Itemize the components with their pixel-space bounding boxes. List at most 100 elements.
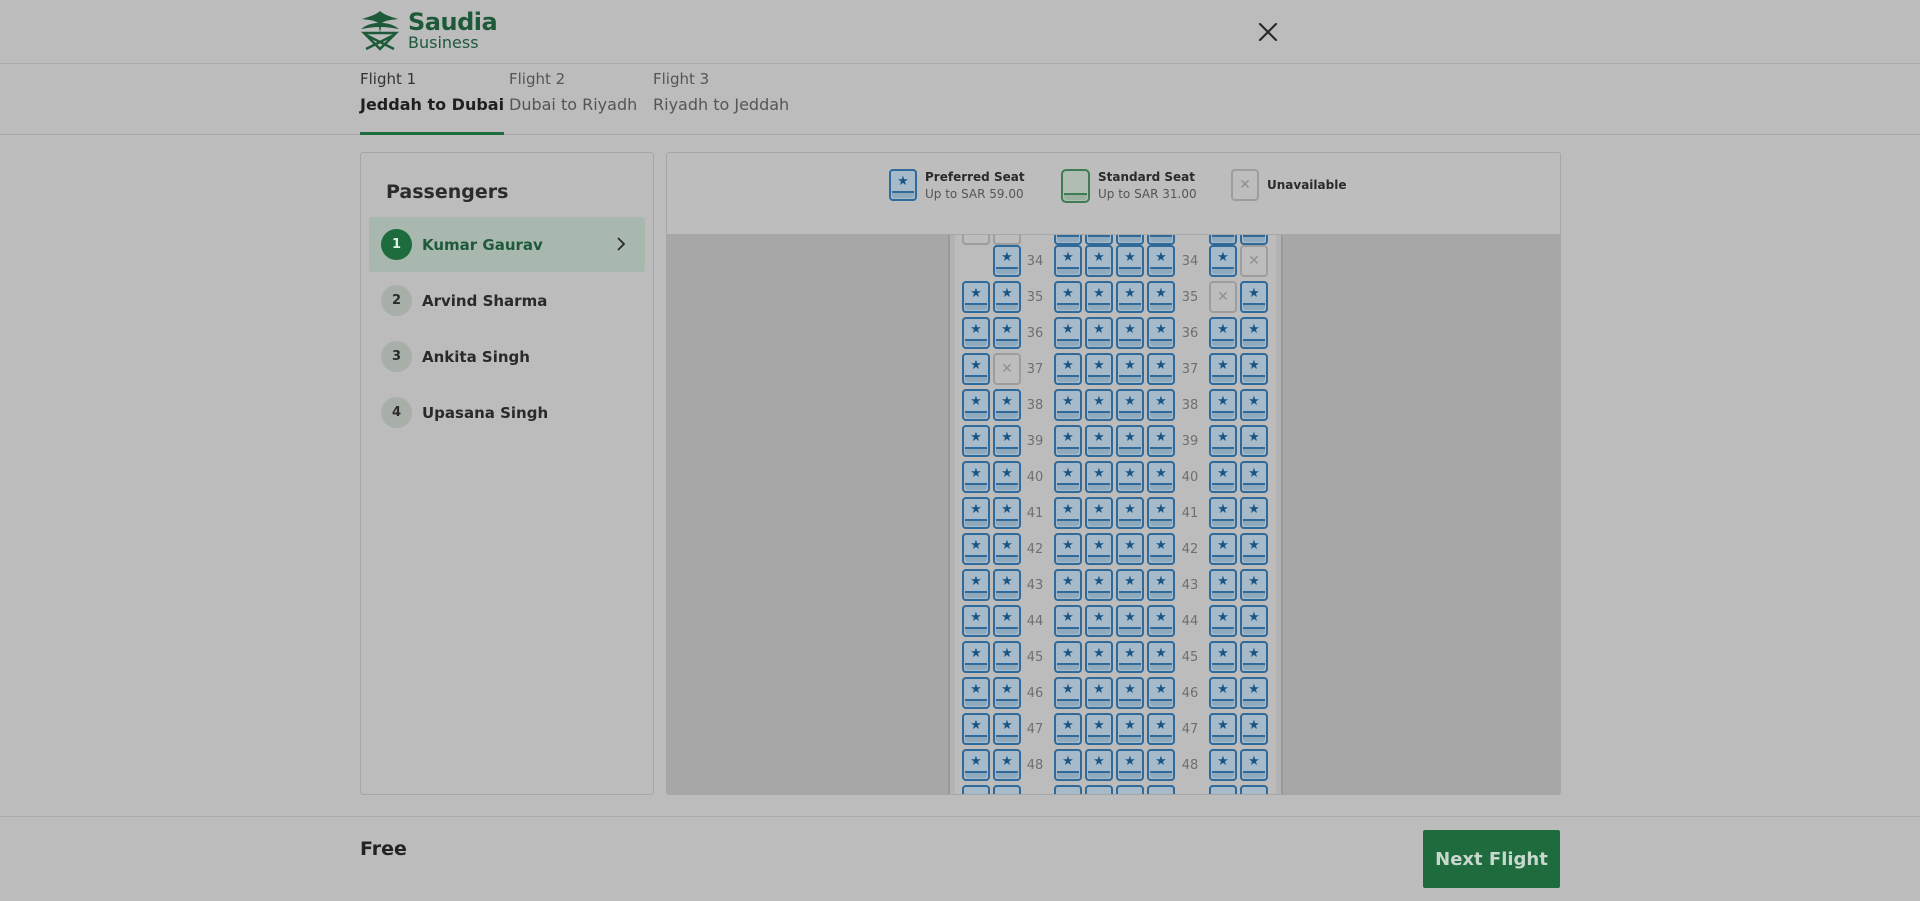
seat-37A[interactable]: ★: [962, 353, 990, 385]
seat-44D[interactable]: ★: [1085, 605, 1113, 637]
seat-42H[interactable]: ★: [1240, 533, 1268, 565]
passenger-item-2[interactable]: 2 Arvind Sharma: [369, 273, 645, 328]
seat-46H[interactable]: ★: [1240, 677, 1268, 709]
seat-41D[interactable]: ★: [1085, 497, 1113, 529]
tab-flight-1[interactable]: Flight 1 Jeddah to Dubai: [360, 70, 505, 135]
seat-40D[interactable]: ★: [1085, 461, 1113, 493]
seat-46G[interactable]: ★: [1209, 677, 1237, 709]
seat-37H[interactable]: ★: [1240, 353, 1268, 385]
seat-36G[interactable]: ★: [1209, 317, 1237, 349]
seat-42D[interactable]: ★: [1085, 533, 1113, 565]
seat-38A[interactable]: ★: [962, 389, 990, 421]
seat-47C[interactable]: ★: [1054, 713, 1082, 745]
seat-36F[interactable]: ★: [1147, 317, 1175, 349]
seat-42B[interactable]: ★: [993, 533, 1021, 565]
seat-46E[interactable]: ★: [1116, 677, 1144, 709]
seat-39E[interactable]: ★: [1116, 425, 1144, 457]
seat-38H[interactable]: ★: [1240, 389, 1268, 421]
seat-46A[interactable]: ★: [962, 677, 990, 709]
next-flight-button[interactable]: Next Flight: [1423, 830, 1560, 888]
seat-42F[interactable]: ★: [1147, 533, 1175, 565]
seat-48C[interactable]: ★: [1054, 749, 1082, 781]
seat-40G[interactable]: ★: [1209, 461, 1237, 493]
seat-38D[interactable]: ★: [1085, 389, 1113, 421]
passenger-item-3[interactable]: 3 Ankita Singh: [369, 329, 645, 384]
seat-41F[interactable]: ★: [1147, 497, 1175, 529]
seat-38F[interactable]: ★: [1147, 389, 1175, 421]
seat-38G[interactable]: ★: [1209, 389, 1237, 421]
seat-43B[interactable]: ★: [993, 569, 1021, 601]
seat-40E[interactable]: ★: [1116, 461, 1144, 493]
seat-40B[interactable]: ★: [993, 461, 1021, 493]
seat-47E[interactable]: ★: [1116, 713, 1144, 745]
seat-48D[interactable]: ★: [1085, 749, 1113, 781]
seat-43A[interactable]: ★: [962, 569, 990, 601]
seat-35H[interactable]: ★: [1240, 281, 1268, 313]
seat-37C[interactable]: ★: [1054, 353, 1082, 385]
seat-38C[interactable]: ★: [1054, 389, 1082, 421]
seat-48G[interactable]: ★: [1209, 749, 1237, 781]
seat-39G[interactable]: ★: [1209, 425, 1237, 457]
seat-42C[interactable]: ★: [1054, 533, 1082, 565]
seat-46B[interactable]: ★: [993, 677, 1021, 709]
seat-41G[interactable]: ★: [1209, 497, 1237, 529]
seat-40F[interactable]: ★: [1147, 461, 1175, 493]
seat-45A[interactable]: ★: [962, 641, 990, 673]
seat-34D[interactable]: ★: [1085, 245, 1113, 277]
seat-47G[interactable]: ★: [1209, 713, 1237, 745]
seat-45E[interactable]: ★: [1116, 641, 1144, 673]
seat-34C[interactable]: ★: [1054, 245, 1082, 277]
seat-44F[interactable]: ★: [1147, 605, 1175, 637]
seat-34B[interactable]: ★: [993, 245, 1021, 277]
seat-35E[interactable]: ★: [1116, 281, 1144, 313]
seat-35A[interactable]: ★: [962, 281, 990, 313]
seat-35F[interactable]: ★: [1147, 281, 1175, 313]
seat-41E[interactable]: ★: [1116, 497, 1144, 529]
seat-36C[interactable]: ★: [1054, 317, 1082, 349]
seat-48B[interactable]: ★: [993, 749, 1021, 781]
seat-39F[interactable]: ★: [1147, 425, 1175, 457]
seat-46F[interactable]: ★: [1147, 677, 1175, 709]
seat-43E[interactable]: ★: [1116, 569, 1144, 601]
seat-48E[interactable]: ★: [1116, 749, 1144, 781]
seat-43F[interactable]: ★: [1147, 569, 1175, 601]
tab-flight-2[interactable]: Flight 2 Dubai to Riyadh: [509, 70, 637, 134]
seat-43G[interactable]: ★: [1209, 569, 1237, 601]
seat-47A[interactable]: ★: [962, 713, 990, 745]
seat-48A[interactable]: ★: [962, 749, 990, 781]
seat-35B[interactable]: ★: [993, 281, 1021, 313]
tab-flight-3[interactable]: Flight 3 Riyadh to Jeddah: [653, 70, 789, 134]
seat-39A[interactable]: ★: [962, 425, 990, 457]
seat-38B[interactable]: ★: [993, 389, 1021, 421]
close-button[interactable]: [1254, 18, 1282, 46]
seat-44C[interactable]: ★: [1054, 605, 1082, 637]
seat-41A[interactable]: ★: [962, 497, 990, 529]
seat-40C[interactable]: ★: [1054, 461, 1082, 493]
seat-36B[interactable]: ★: [993, 317, 1021, 349]
seat-34E[interactable]: ★: [1116, 245, 1144, 277]
seat-43H[interactable]: ★: [1240, 569, 1268, 601]
seat-41C[interactable]: ★: [1054, 497, 1082, 529]
seat-45C[interactable]: ★: [1054, 641, 1082, 673]
seat-35D[interactable]: ★: [1085, 281, 1113, 313]
seat-36A[interactable]: ★: [962, 317, 990, 349]
seat-37D[interactable]: ★: [1085, 353, 1113, 385]
seat-44A[interactable]: ★: [962, 605, 990, 637]
seat-39D[interactable]: ★: [1085, 425, 1113, 457]
passenger-item-1[interactable]: 1 Kumar Gaurav: [369, 217, 645, 272]
seat-37F[interactable]: ★: [1147, 353, 1175, 385]
seat-45H[interactable]: ★: [1240, 641, 1268, 673]
seat-44G[interactable]: ★: [1209, 605, 1237, 637]
seat-44B[interactable]: ★: [993, 605, 1021, 637]
seat-48F[interactable]: ★: [1147, 749, 1175, 781]
seat-35C[interactable]: ★: [1054, 281, 1082, 313]
seat-44H[interactable]: ★: [1240, 605, 1268, 637]
passenger-item-4[interactable]: 4 Upasana Singh: [369, 385, 645, 440]
seat-36E[interactable]: ★: [1116, 317, 1144, 349]
seat-46D[interactable]: ★: [1085, 677, 1113, 709]
seat-41H[interactable]: ★: [1240, 497, 1268, 529]
seat-34G[interactable]: ★: [1209, 245, 1237, 277]
seat-43C[interactable]: ★: [1054, 569, 1082, 601]
seat-47B[interactable]: ★: [993, 713, 1021, 745]
seat-36H[interactable]: ★: [1240, 317, 1268, 349]
